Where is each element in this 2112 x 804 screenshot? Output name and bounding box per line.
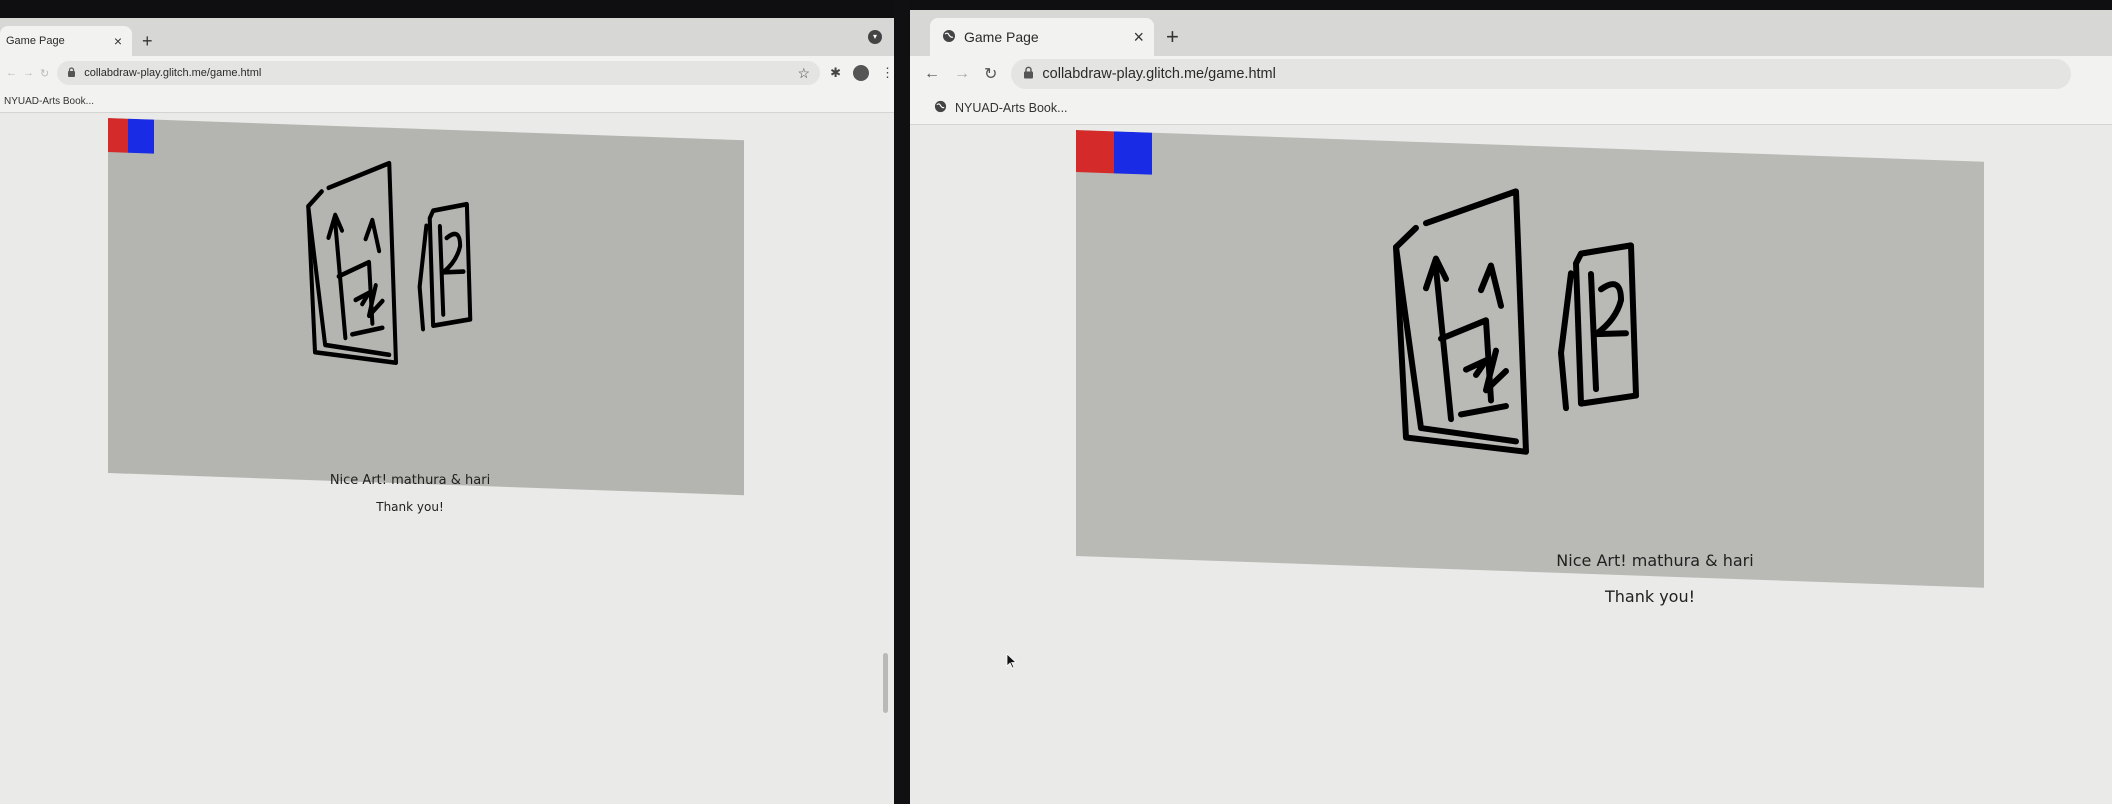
monitor-bezel (0, 0, 894, 18)
profile-icon[interactable] (853, 65, 869, 81)
bookmarks-bar: NYUAD-Arts Book... (0, 90, 894, 113)
bookmark-nyuad-arts[interactable]: NYUAD-Arts Book... (955, 101, 1068, 115)
browser-toolbar: ← → ↻ collabdraw-play.glitch.me/game.htm… (910, 56, 2112, 92)
globe-icon (942, 29, 956, 46)
cursor-icon (1006, 653, 1018, 669)
nice-art-message: Nice Art! mathura & hari (1556, 551, 1754, 570)
right-monitor: Game Page × + ← → ↻ collabdraw-play.glit… (910, 0, 2112, 804)
blue-color-swatch[interactable] (1114, 131, 1152, 175)
address-bar[interactable]: collabdraw-play.glitch.me/game.html (1011, 59, 2072, 89)
more-icon[interactable]: ⋮ (881, 65, 894, 81)
tab-title: Game Page (964, 29, 1039, 45)
red-color-swatch[interactable] (1076, 130, 1114, 174)
drawing-canvas[interactable] (1076, 130, 1984, 588)
thank-you-message: Thank you! (376, 500, 444, 514)
tab-strip: Game Page × + ▾ (0, 18, 894, 56)
monitor-divider (894, 0, 910, 804)
thank-you-message: Thank you! (1604, 587, 1696, 606)
back-icon[interactable]: ← (6, 67, 17, 79)
bookmarks-bar: NYUAD-Arts Book... (910, 92, 2112, 125)
reload-icon[interactable]: ↻ (984, 64, 997, 84)
blue-color-swatch[interactable] (128, 118, 154, 154)
close-icon[interactable]: × (1133, 27, 1144, 48)
red-color-swatch[interactable] (108, 118, 128, 153)
close-icon[interactable]: × (114, 33, 122, 49)
page-content: Nice Art! mathura & hari Thank you! (0, 113, 894, 804)
tab-game-page[interactable]: Game Page × (930, 18, 1154, 56)
scrollbar[interactable] (883, 653, 888, 713)
ink-drawing (306, 160, 473, 366)
drawing-canvas[interactable] (108, 118, 744, 496)
nice-art-message: Nice Art! mathura & hari (329, 473, 491, 488)
forward-icon[interactable]: → (23, 67, 34, 79)
monitor-bezel (910, 0, 2112, 10)
url-text: collabdraw-play.glitch.me/game.html (84, 67, 262, 79)
left-monitor: Game Page × + ▾ ← → ↻ collabdraw-play.gl… (0, 0, 894, 804)
star-icon[interactable]: ☆ (798, 65, 811, 82)
tab-title: Game Page (6, 35, 65, 47)
url-text: collabdraw-play.glitch.me/game.html (1042, 66, 1276, 82)
plus-icon[interactable]: + (1166, 24, 1179, 50)
puzzle-icon[interactable]: ✱ (830, 65, 841, 81)
lock-icon (1023, 66, 1034, 83)
globe-icon (934, 100, 947, 116)
plus-icon[interactable]: + (142, 31, 153, 52)
browser-toolbar: ← → ↻ collabdraw-play.glitch.me/game.htm… (0, 56, 894, 90)
lock-icon (67, 66, 76, 80)
page-content: Nice Art! mathura & hari Thank you! (910, 125, 2112, 804)
tab-game-page[interactable]: Game Page × (0, 26, 132, 56)
tab-strip: Game Page × + (910, 10, 2112, 56)
bookmark-nyuad-arts[interactable]: NYUAD-Arts Book... (4, 96, 94, 107)
address-bar[interactable]: collabdraw-play.glitch.me/game.html ☆ (57, 61, 821, 85)
tab-search-icon[interactable]: ▾ (868, 30, 882, 44)
ink-drawing (1393, 188, 1639, 455)
reload-icon[interactable]: ↻ (40, 67, 49, 80)
forward-icon[interactable]: → (954, 65, 970, 83)
back-icon[interactable]: ← (924, 65, 940, 83)
